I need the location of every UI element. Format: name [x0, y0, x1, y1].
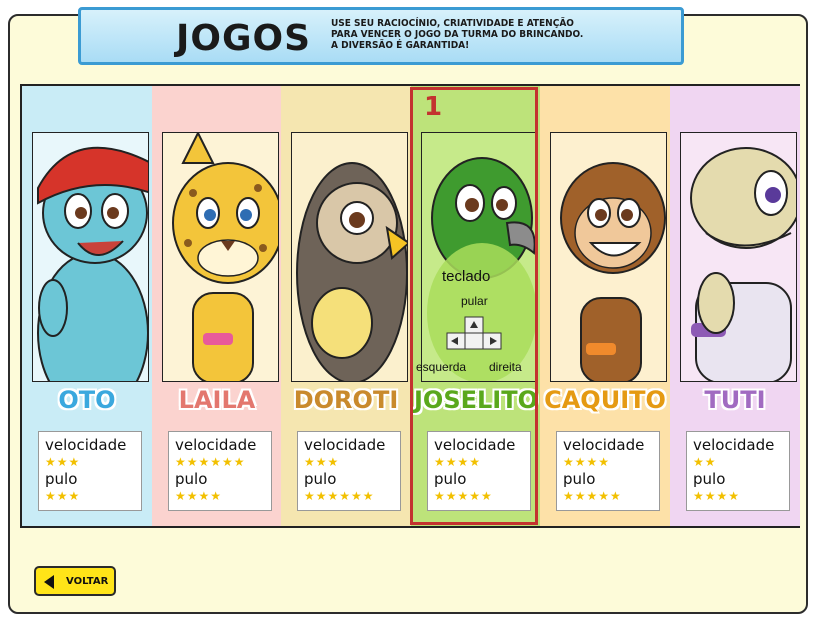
left-key-label: esquerda: [416, 360, 467, 374]
stats-card: velocidade ★★ pulo ★★★★: [686, 431, 790, 511]
stats-card: velocidade ★★★ pulo ★★★★★★: [297, 431, 401, 511]
back-button-label: VOLTAR: [66, 576, 109, 587]
right-key-label: direita: [489, 360, 522, 374]
character-name: LAILA: [178, 386, 256, 415]
jump-label: pulo: [175, 470, 208, 488]
games-banner: JOGOS USE SEU RACIOCÍNIO, CRIATIVIDADE E…: [78, 7, 684, 65]
jump-stars: ★★★★★★: [304, 489, 375, 503]
speed-stars: ★★★: [45, 455, 81, 469]
jump-key-label: pular: [461, 294, 488, 308]
character-name: DOROTI: [293, 386, 399, 415]
speed-label: velocidade: [45, 436, 127, 454]
jump-stars: ★★★: [45, 489, 81, 503]
arrow-keys-icon: [446, 316, 502, 350]
jump-label: pulo: [434, 470, 467, 488]
speed-stars: ★★★★: [434, 455, 482, 469]
jump-stars: ★★★★★: [434, 489, 493, 503]
character-name: JOSELITO: [413, 386, 538, 415]
stats-card: velocidade ★★★★★★ pulo ★★★★: [168, 431, 272, 511]
jump-stars: ★★★★: [693, 489, 741, 503]
controls-title: teclado: [442, 268, 491, 285]
doroti-portrait: [291, 132, 408, 382]
speed-label: velocidade: [563, 436, 645, 454]
caquito-portrait: [550, 132, 667, 382]
tuti-portrait: [680, 132, 797, 382]
banner-text-line: PARA VENCER O JOGO DA TURMA DO BRINCANDO…: [331, 29, 584, 40]
banner-text-line: USE SEU RACIOCÍNIO, CRIATIVIDADE E ATENÇ…: [331, 18, 574, 29]
stats-card: velocidade ★★★★ pulo ★★★★★: [427, 431, 531, 511]
character-card-oto[interactable]: OTO velocidade ★★★ pulo ★★★: [22, 86, 152, 526]
character-card-doroti[interactable]: DOROTI velocidade ★★★ pulo ★★★★★★: [281, 86, 411, 526]
jump-label: pulo: [304, 470, 337, 488]
character-name: OTO: [58, 386, 116, 415]
speed-stars: ★★: [693, 455, 717, 469]
speed-stars: ★★★★★★: [175, 455, 246, 469]
jump-label: pulo: [563, 470, 596, 488]
player-number: 1: [424, 92, 443, 122]
banner-text-line: A DIVERSÃO É GARANTIDA!: [331, 40, 470, 51]
character-select-panel: OTO velocidade ★★★ pulo ★★★ LAILA veloci…: [20, 84, 800, 528]
speed-label: velocidade: [304, 436, 386, 454]
speed-stars: ★★★: [304, 455, 340, 469]
character-name: TUTI: [704, 386, 766, 415]
jump-label: pulo: [693, 470, 726, 488]
speed-label: velocidade: [434, 436, 516, 454]
speed-label: velocidade: [175, 436, 257, 454]
banner-description: USE SEU RACIOCÍNIO, CRIATIVIDADE E ATENÇ…: [331, 18, 671, 51]
jump-stars: ★★★★: [175, 489, 223, 503]
speed-label: velocidade: [693, 436, 775, 454]
character-name: CAQUITO: [544, 386, 667, 415]
character-card-caquito[interactable]: CAQUITO velocidade ★★★★ pulo ★★★★★: [540, 86, 670, 526]
stats-card: velocidade ★★★ pulo ★★★: [38, 431, 142, 511]
back-arrow-icon: [44, 575, 54, 589]
stats-card: velocidade ★★★★ pulo ★★★★★: [556, 431, 660, 511]
banner-title: JOGOS: [176, 18, 312, 59]
oto-portrait: [32, 132, 149, 382]
laila-portrait: [162, 132, 279, 382]
speed-stars: ★★★★: [563, 455, 611, 469]
character-card-laila[interactable]: LAILA velocidade ★★★★★★ pulo ★★★★: [152, 86, 281, 526]
back-button[interactable]: VOLTAR: [34, 566, 116, 596]
jump-stars: ★★★★★: [563, 489, 622, 503]
character-card-tuti[interactable]: TUTI velocidade ★★ pulo ★★★★: [670, 86, 800, 526]
jump-label: pulo: [45, 470, 78, 488]
